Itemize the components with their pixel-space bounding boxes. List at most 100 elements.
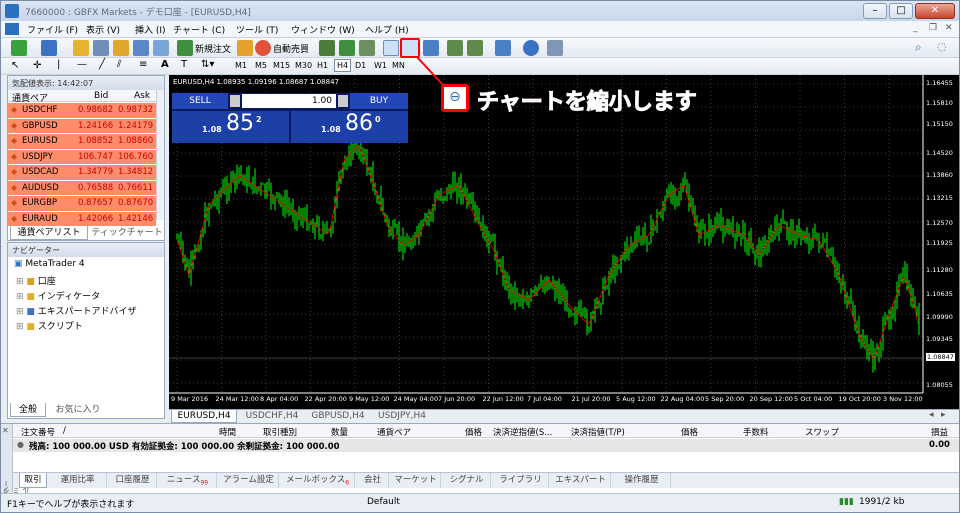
timeframe-m30[interactable]: M30 — [295, 61, 312, 70]
col-volume[interactable]: 数量 — [331, 426, 348, 438]
market-watch-scrollbar[interactable] — [156, 90, 164, 220]
bar-chart-icon[interactable] — [319, 40, 335, 56]
terminal-tab[interactable]: ライブラリ — [493, 473, 549, 488]
templates-icon[interactable] — [547, 40, 563, 56]
tab-scroll-left-icon[interactable]: ◂ — [929, 410, 934, 420]
terminal-tab[interactable]: メールボックス6 — [281, 473, 355, 488]
balance-row[interactable]: ● 残高: 100 000.00 USD 有効証拠金: 100 000.00 余… — [13, 439, 959, 452]
zoom-in-icon[interactable] — [383, 40, 399, 56]
sell-button[interactable]: SELL — [172, 93, 228, 109]
nav-indicators[interactable]: ⊞ ■ インディケータ — [16, 289, 100, 302]
chart-tab-usdjpy[interactable]: USDJPY,H4 — [369, 410, 435, 423]
trendline-icon[interactable]: ╱ — [99, 59, 105, 70]
chart-tab-gbpusd[interactable]: GBPUSD,H4 — [305, 410, 371, 423]
line-chart-icon[interactable] — [359, 40, 375, 56]
auto-trade-icon[interactable] — [255, 40, 271, 56]
fibonacci-icon[interactable]: ≡ — [139, 59, 147, 70]
profiles-icon[interactable] — [41, 40, 57, 56]
terminal-tab[interactable]: 操作履歴 — [613, 473, 671, 488]
lot-increase-button[interactable] — [338, 95, 348, 107]
nav-accounts[interactable]: ⊞ ■ 口座 — [16, 274, 56, 287]
periods-icon[interactable] — [523, 40, 539, 56]
col-bid[interactable]: Bid — [94, 91, 108, 101]
col-price[interactable]: 価格 — [465, 426, 482, 438]
tab-favorites[interactable]: お気に入り — [48, 403, 108, 417]
sell-price-box[interactable]: 1.08 85 2 — [172, 111, 289, 143]
terminal-icon[interactable] — [133, 40, 149, 56]
indicators-icon[interactable] — [495, 40, 511, 56]
terminal-tab[interactable]: ニュース99 — [159, 473, 217, 488]
horizontal-line-icon[interactable]: — — [77, 59, 87, 70]
maximize-button[interactable]: □ — [889, 3, 913, 19]
mdi-restore-icon[interactable]: ❐ — [929, 23, 937, 33]
label-tool-icon[interactable]: T — [181, 59, 187, 70]
timeframe-w1[interactable]: W1 — [374, 61, 387, 70]
market-watch-icon[interactable] — [73, 40, 89, 56]
menu-insert[interactable]: 挿入 (I) — [135, 23, 166, 36]
chart-tab-usdchf[interactable]: USDCHF,H4 — [239, 410, 305, 423]
timeframe-d1[interactable]: D1 — [355, 61, 366, 70]
terminal-tab[interactable]: エキスパート — [551, 473, 611, 488]
tab-symbols[interactable]: 通貨ペアリスト — [10, 226, 88, 240]
text-tool-icon[interactable]: A — [161, 59, 169, 70]
terminal-tab[interactable]: アラーム設定 — [219, 473, 279, 488]
market-watch-row[interactable]: ◆ USDJPY 106.747 106.760 — [8, 149, 156, 165]
col-stop-loss[interactable]: 決済逆指値(S... — [493, 426, 552, 438]
market-watch-row[interactable]: ◆ EURAUD 1.42066 1.42146 — [8, 211, 156, 227]
navigator-icon[interactable] — [113, 40, 129, 56]
chat-icon[interactable]: ◌ — [937, 40, 953, 56]
col-symbol[interactable]: 通貨ペア — [377, 426, 411, 438]
timeframe-h4[interactable]: H4 — [334, 59, 352, 72]
menu-window[interactable]: ウィンドウ (W) — [291, 23, 355, 36]
terminal-tab[interactable]: 会社 — [357, 473, 389, 488]
crosshair-icon[interactable]: ✛ — [33, 60, 41, 71]
terminal-tab[interactable]: 運用比率 — [49, 473, 107, 488]
timeframe-mn[interactable]: MN — [392, 61, 405, 70]
vertical-line-icon[interactable]: | — [57, 59, 60, 70]
tab-common[interactable]: 全般 — [10, 403, 46, 417]
auto-trade-button[interactable]: 自動売買 — [273, 42, 309, 55]
terminal-tab[interactable]: 取引 — [19, 473, 47, 488]
candlestick-icon[interactable] — [339, 40, 355, 56]
col-commission[interactable]: 手数料 — [743, 426, 769, 438]
buy-button[interactable]: BUY — [350, 93, 408, 109]
market-watch-row[interactable]: ◆ USDCAD 1.34779 1.34812 — [8, 165, 156, 181]
minimize-button[interactable]: – — [863, 3, 887, 19]
nav-root[interactable]: ▣ MetaTrader 4 — [14, 259, 85, 269]
chart-tab-eurusd[interactable]: EURUSD,H4 — [171, 410, 237, 423]
menu-tools[interactable]: ツール (T) — [236, 23, 278, 36]
timeframe-m5[interactable]: M5 — [255, 61, 267, 70]
tab-tick-chart[interactable]: ティックチャート — [90, 226, 164, 240]
cursor-icon[interactable]: ↖ — [11, 60, 19, 71]
market-watch-row[interactable]: ◆ GBPUSD 1.24166 1.24179 — [8, 118, 156, 134]
channel-icon[interactable]: ⫽ — [117, 59, 121, 70]
timeframe-h1[interactable]: H1 — [317, 61, 328, 70]
market-watch-row[interactable]: ◆ USDCHF 0.98682 0.98732 — [8, 103, 156, 119]
terminal-tab[interactable]: マーケット — [391, 473, 441, 488]
col-type[interactable]: 取引種別 — [263, 426, 297, 438]
timeframe-m1[interactable]: M1 — [235, 61, 247, 70]
col-ask[interactable]: Ask — [134, 91, 150, 101]
timeframe-m15[interactable]: M15 — [273, 61, 290, 70]
market-watch-row[interactable]: ◆ AUDUSD 0.76588 0.76611 — [8, 180, 156, 196]
mdi-minimize-icon[interactable]: _ — [913, 23, 918, 33]
lot-decrease-button[interactable] — [230, 95, 240, 107]
new-chart-icon[interactable] — [11, 40, 27, 56]
terminal-close-icon[interactable]: ✕ — [2, 426, 9, 435]
tab-scroll-right-icon[interactable]: ▸ — [941, 410, 946, 420]
search-icon[interactable]: ⌕ — [915, 40, 931, 56]
close-button[interactable]: ✕ — [915, 3, 955, 19]
col-price-2[interactable]: 価格 — [681, 426, 698, 438]
menu-view[interactable]: 表示 (V) — [86, 23, 120, 36]
col-take-profit[interactable]: 決済指値(T/P) — [571, 426, 625, 438]
tester-icon[interactable] — [153, 40, 169, 56]
col-order[interactable]: 注文番号 — [21, 426, 55, 438]
data-window-icon[interactable] — [93, 40, 109, 56]
market-watch-row[interactable]: ◆ EURGBP 0.87657 0.87670 — [8, 196, 156, 212]
nav-experts[interactable]: ⊞ ■ エキスパートアドバイザ — [16, 304, 137, 317]
market-watch-row[interactable]: ◆ EURUSD 1.08852 1.08860 — [8, 134, 156, 150]
buy-price-box[interactable]: 1.08 86 0 — [291, 111, 408, 143]
new-order-button[interactable]: 新規注文 — [195, 42, 231, 55]
menu-help[interactable]: ヘルプ (H) — [365, 23, 409, 36]
chart-window[interactable]: EURUSD,H4 1.08935 1.09196 1.08687 1.0884… — [169, 75, 959, 409]
